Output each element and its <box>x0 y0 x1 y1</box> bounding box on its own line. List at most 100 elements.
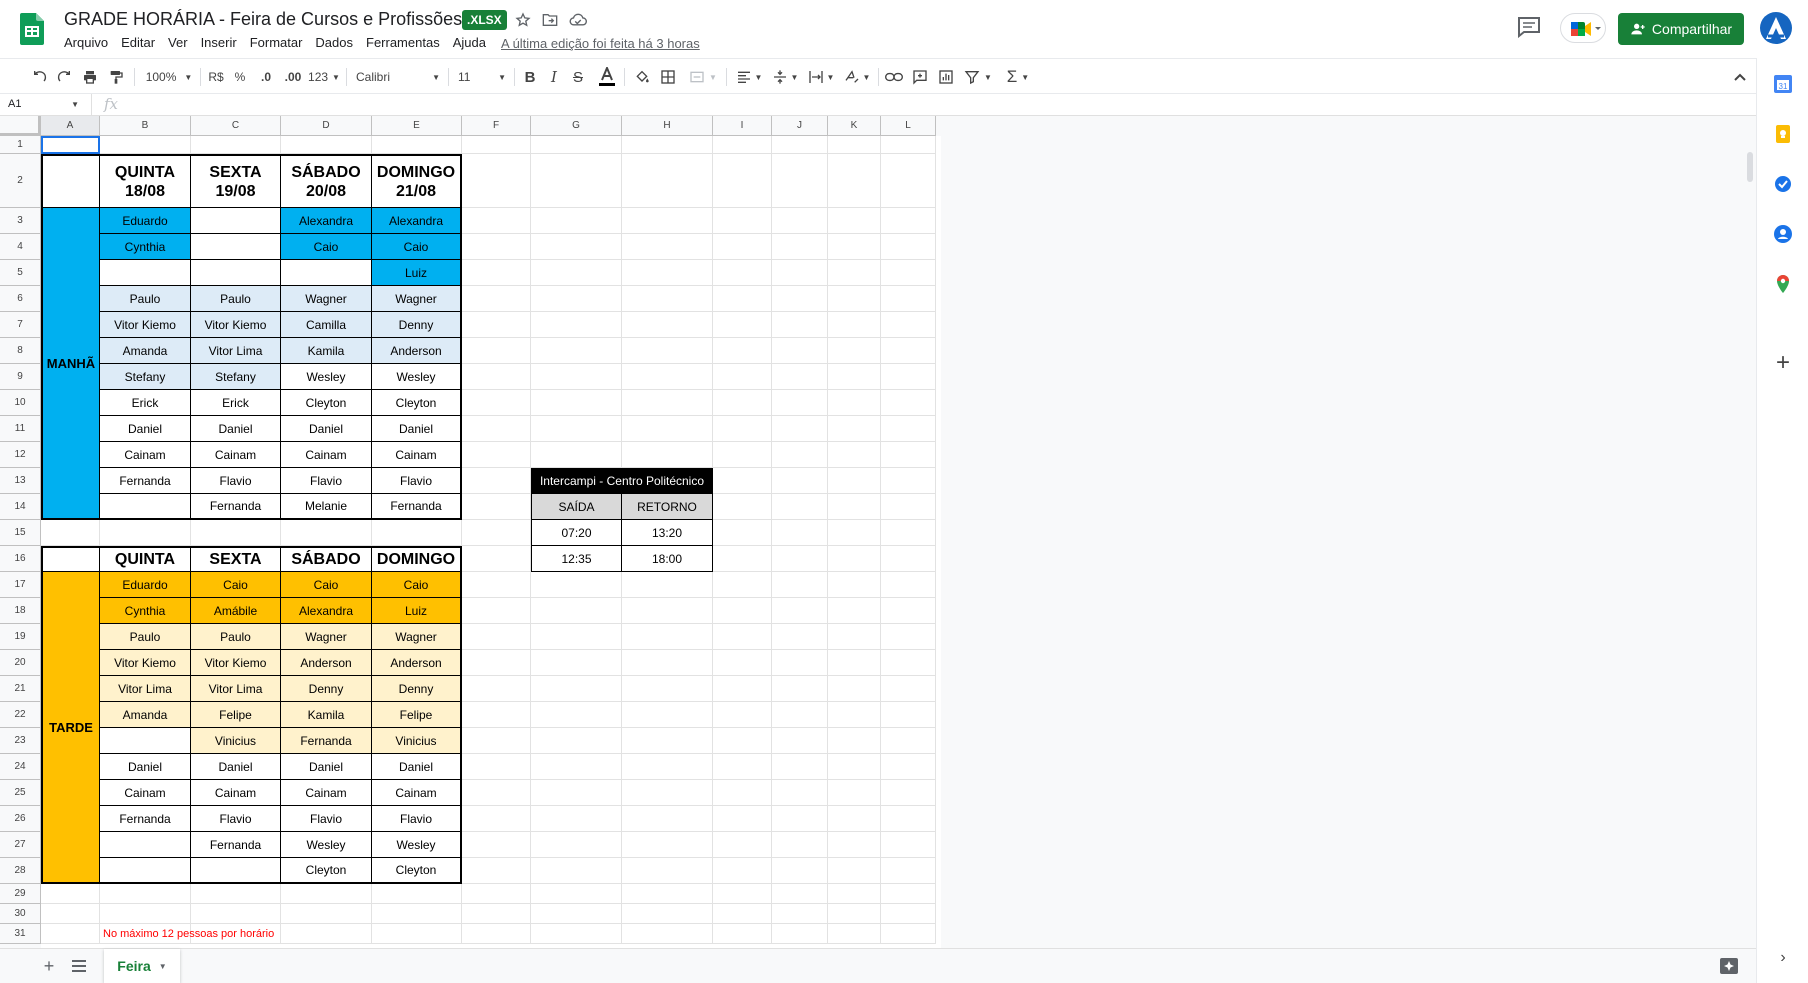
empty-cell[interactable] <box>622 884 713 904</box>
empty-cell[interactable] <box>772 904 828 924</box>
empty-cell[interactable] <box>372 904 462 924</box>
empty-cell[interactable] <box>772 468 828 494</box>
empty-cell[interactable] <box>713 312 772 338</box>
empty-cell[interactable] <box>531 780 622 806</box>
manha-name-cell[interactable]: Denny <box>372 312 462 338</box>
empty-cell[interactable] <box>772 676 828 702</box>
row-header[interactable]: 23 <box>0 728 41 754</box>
empty-cell[interactable] <box>462 832 531 858</box>
empty-cell[interactable] <box>828 494 881 520</box>
row-header[interactable]: 2 <box>0 154 41 208</box>
empty-cell[interactable] <box>772 924 828 944</box>
empty-cell[interactable] <box>772 208 828 234</box>
row-header[interactable]: 11 <box>0 416 41 442</box>
menu-formatar[interactable]: Formatar <box>250 35 303 53</box>
empty-cell[interactable] <box>828 338 881 364</box>
empty-cell[interactable] <box>462 364 531 390</box>
empty-cell[interactable] <box>462 676 531 702</box>
empty-cell[interactable] <box>713 572 772 598</box>
empty-cell[interactable] <box>881 676 936 702</box>
manha-name-cell[interactable]: Cleyton <box>281 390 372 416</box>
empty-cell[interactable] <box>622 208 713 234</box>
empty-cell[interactable] <box>772 364 828 390</box>
empty-cell[interactable] <box>622 286 713 312</box>
contacts-icon[interactable] <box>1773 224 1793 244</box>
empty-cell[interactable] <box>881 832 936 858</box>
empty-cell[interactable] <box>772 780 828 806</box>
empty-cell[interactable] <box>828 728 881 754</box>
manha-name-cell[interactable] <box>100 494 191 520</box>
empty-cell[interactable] <box>41 924 100 944</box>
tarde-name-cell[interactable]: Daniel <box>281 754 372 780</box>
row-header[interactable]: 13 <box>0 468 41 494</box>
fill-color-icon[interactable] <box>632 65 652 89</box>
vertical-align-icon[interactable]: ▼ <box>770 65 800 89</box>
empty-cell[interactable] <box>828 208 881 234</box>
empty-cell[interactable] <box>531 884 622 904</box>
calendar-icon[interactable]: 31 <box>1773 74 1793 94</box>
manha-name-cell[interactable]: Daniel <box>100 416 191 442</box>
tarde-name-cell[interactable]: Wagner <box>372 624 462 650</box>
empty-cell[interactable] <box>881 754 936 780</box>
column-header[interactable]: G <box>531 116 622 136</box>
tarde-name-cell[interactable]: Felipe <box>191 702 281 728</box>
manha-name-cell[interactable]: Wagner <box>281 286 372 312</box>
tarde-name-cell[interactable]: Flavio <box>191 806 281 832</box>
empty-cell[interactable] <box>100 904 191 924</box>
empty-cell[interactable] <box>713 884 772 904</box>
capacity-note[interactable]: No máximo 12 pessoas por horário <box>103 924 274 944</box>
empty-cell[interactable] <box>531 572 622 598</box>
row-header[interactable]: 7 <box>0 312 41 338</box>
empty-cell[interactable] <box>881 520 936 546</box>
row-header[interactable]: 9 <box>0 364 41 390</box>
zoom-select[interactable]: 100% ▼ <box>144 65 194 89</box>
tarde-name-cell[interactable] <box>100 832 191 858</box>
column-header[interactable]: B <box>100 116 191 136</box>
tarde-name-cell[interactable]: Daniel <box>100 754 191 780</box>
manha-day-header[interactable]: SEXTA 19/08 <box>191 154 281 208</box>
empty-cell[interactable] <box>713 234 772 260</box>
empty-cell[interactable] <box>531 442 622 468</box>
empty-cell[interactable] <box>713 136 772 154</box>
empty-cell[interactable] <box>622 338 713 364</box>
empty-cell[interactable] <box>531 416 622 442</box>
tarde-period-cell[interactable]: TARDE <box>41 572 100 884</box>
font-family-select[interactable]: Calibri ▼ <box>356 65 440 89</box>
empty-cell[interactable] <box>372 136 462 154</box>
text-rotation-icon[interactable]: ▼ <box>842 65 872 89</box>
empty-cell[interactable] <box>772 728 828 754</box>
empty-cell[interactable] <box>713 260 772 286</box>
empty-cell[interactable] <box>828 390 881 416</box>
empty-cell[interactable] <box>881 234 936 260</box>
empty-cell[interactable] <box>191 904 281 924</box>
empty-cell[interactable] <box>462 546 531 572</box>
empty-cell[interactable] <box>713 858 772 884</box>
column-header[interactable]: C <box>191 116 281 136</box>
tarde-name-cell[interactable]: Cleyton <box>281 858 372 884</box>
empty-cell[interactable] <box>713 442 772 468</box>
empty-cell[interactable] <box>622 728 713 754</box>
empty-cell[interactable] <box>772 858 828 884</box>
empty-cell[interactable] <box>772 338 828 364</box>
manha-period-cell[interactable]: MANHÃ <box>41 208 100 520</box>
sheets-logo-icon[interactable] <box>20 13 44 45</box>
functions-icon[interactable]: Σ ▼ <box>1002 65 1034 89</box>
empty-cell[interactable] <box>41 884 100 904</box>
bold-icon[interactable]: B <box>522 65 538 89</box>
collapse-toolbar-icon[interactable] <box>1730 65 1750 89</box>
empty-cell[interactable] <box>881 904 936 924</box>
empty-cell[interactable] <box>462 754 531 780</box>
empty-cell[interactable] <box>828 754 881 780</box>
empty-cell[interactable] <box>713 624 772 650</box>
manha-name-cell[interactable]: Anderson <box>372 338 462 364</box>
row-header[interactable]: 29 <box>0 884 41 904</box>
filter-icon[interactable]: ▼ <box>962 65 994 89</box>
empty-cell[interactable] <box>41 520 100 546</box>
empty-cell[interactable] <box>531 702 622 728</box>
empty-cell[interactable] <box>772 884 828 904</box>
empty-cell[interactable] <box>772 702 828 728</box>
empty-cell[interactable] <box>828 136 881 154</box>
empty-cell[interactable] <box>531 154 622 208</box>
empty-cell[interactable] <box>531 338 622 364</box>
empty-cell[interactable] <box>881 494 936 520</box>
